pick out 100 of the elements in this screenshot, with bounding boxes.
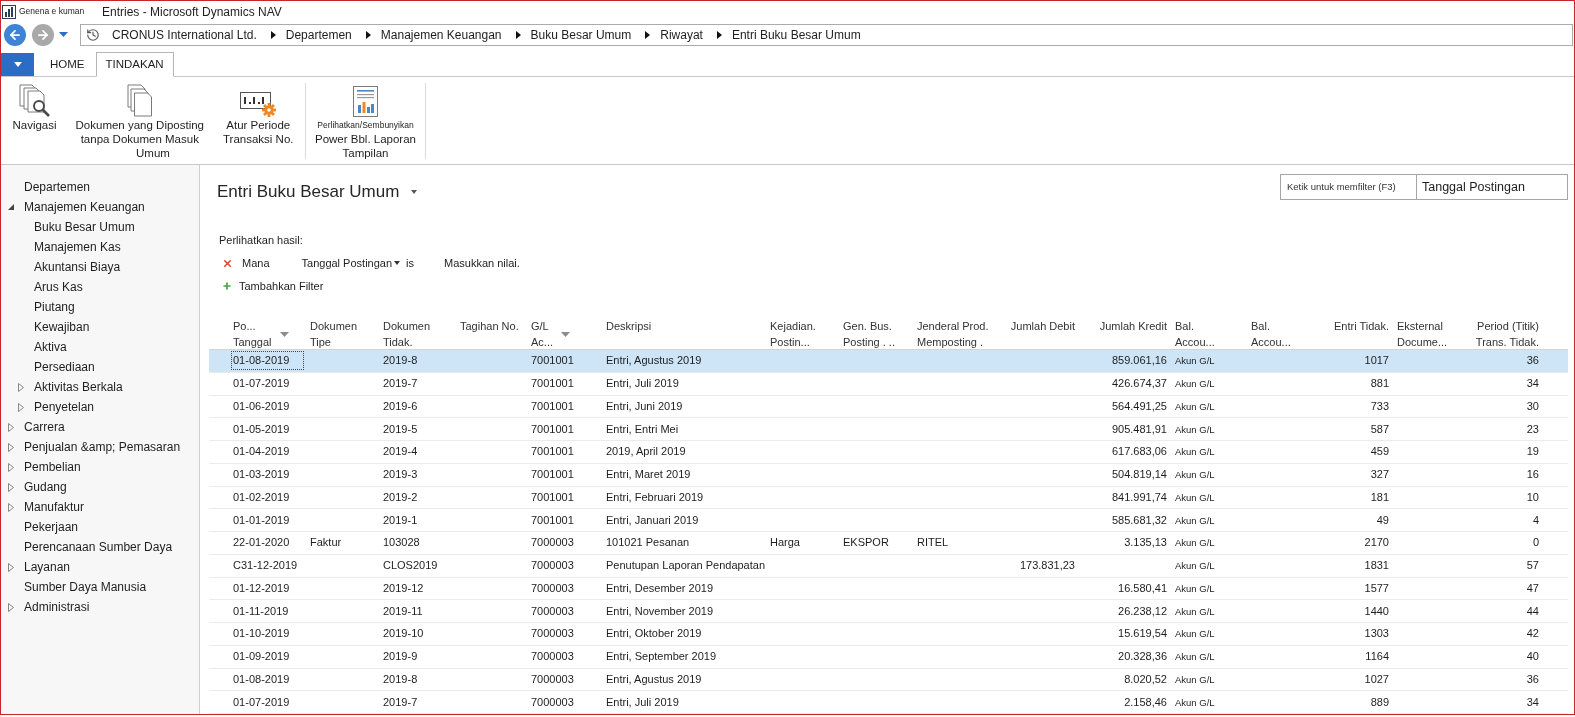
history-icon[interactable] — [86, 27, 100, 42]
ribbon-button[interactable]: Dokumen yang Diposting tanpa Dokumen Masuk — [73, 83, 207, 146]
column-header[interactable]: Deskripsi — [606, 318, 652, 334]
document-number: 2019-6 — [383, 398, 418, 414]
nav-tree-item[interactable]: Aktivitas Berkala — [1, 377, 199, 397]
description: Entri, Oktober 2019 — [606, 626, 702, 642]
triangle-right-icon[interactable] — [18, 382, 24, 392]
close-icon[interactable] — [222, 257, 233, 269]
back-button[interactable] — [4, 23, 26, 46]
triangle-right-icon[interactable] — [8, 462, 14, 472]
table-row[interactable]: 01-08-2019 2019-8 7001001 Entri, Agustus 2019 859.061,16 Akun G/L 1017 36 — [209, 350, 1568, 373]
caret-down-icon[interactable] — [59, 32, 68, 37]
caret-right-icon[interactable] — [270, 30, 276, 39]
caret-down-icon — [411, 190, 418, 194]
entry-number: 181 — [1370, 489, 1389, 505]
nav-tree-item[interactable]: Akuntansi Biaya — [1, 257, 199, 277]
nav-tree-item[interactable]: Arus Kas — [1, 277, 199, 297]
posting-date: 01-07-2019 — [232, 694, 291, 710]
ribbon-button[interactable]: Perlihatkan/Sembunyikan Power Bbl. Laporan — [313, 83, 418, 146]
document-number: 103028 — [383, 535, 420, 551]
nav-tree-item[interactable]: Manufaktur — [1, 497, 199, 517]
caret-right-icon[interactable] — [365, 30, 371, 39]
app-menu-button[interactable] — [1, 53, 34, 76]
nav-tree-item[interactable]: Pekerjaan — [1, 517, 199, 537]
triangle-right-icon[interactable] — [8, 442, 14, 452]
ribbon-tab[interactable]: HOME — [40, 52, 95, 77]
nav-tree-item[interactable]: Piutang — [1, 297, 199, 317]
nav-tree-item[interactable]: Layanan — [1, 557, 199, 577]
breadcrumb-link[interactable]: Departemen — [285, 25, 352, 44]
document-number: 2019-7 — [383, 694, 418, 710]
triangle-right-icon[interactable] — [8, 422, 14, 432]
column-header[interactable]: Jumlah Kredit — [1099, 318, 1167, 334]
breadcrumb-link[interactable]: CRONUS International Ltd. — [112, 25, 257, 44]
field-dropdown[interactable]: Tanggal Postingan — [301, 254, 401, 272]
account-number: 7001001 — [531, 421, 574, 437]
account-type: Akun G/L — [1175, 536, 1215, 551]
column-header[interactable]: Bal. Accou... — [1175, 318, 1215, 350]
triangle-right-icon[interactable] — [8, 482, 14, 492]
nav-tree-item[interactable]: Persediaan — [1, 357, 199, 377]
account-number: 7001001 — [531, 398, 574, 414]
field-dropdown[interactable]: Tanggal Postingan — [1416, 174, 1568, 200]
column-header[interactable]: Kejadian. Postin... — [770, 318, 816, 350]
caret-right-icon[interactable] — [515, 30, 521, 39]
column-header[interactable]: G/L Ac... — [531, 318, 570, 350]
column-header[interactable]: Po... Tanggal — [233, 318, 289, 350]
caret-right-icon[interactable] — [645, 30, 651, 39]
entry-number: 1577 — [1364, 580, 1389, 596]
caret-down-icon — [394, 261, 401, 265]
account-number: 7001001 — [531, 376, 574, 392]
column-header[interactable]: Entri Tidak. — [1333, 318, 1389, 334]
nav-tree-item[interactable]: Sumber Daya Manusia — [1, 577, 199, 597]
nav-tree-item[interactable]: Perencanaan Sumber Daya — [1, 537, 199, 557]
credit-amount: 8.020,52 — [1124, 671, 1167, 687]
nav-tree-item[interactable]: Manajemen Kas — [1, 237, 199, 257]
nav-tree-item[interactable]: Aktiva — [1, 337, 199, 357]
nav-tree-item[interactable]: Penjualan &amp; Pemasaran — [1, 437, 199, 457]
column-header[interactable]: Tagihan No. — [460, 318, 519, 334]
posting-date: 01-08-2019 — [231, 351, 304, 371]
app-logo-icon[interactable] — [2, 4, 16, 19]
credit-amount: 20.328,36 — [1118, 649, 1167, 665]
add-filter-link[interactable]: Tambahkan Filter — [222, 277, 324, 295]
breadcrumb-link[interactable]: Buku Besar Umum — [530, 25, 632, 44]
column-header[interactable]: Eksternal Docume... — [1397, 318, 1448, 350]
triangle-right-icon[interactable] — [8, 502, 14, 512]
nav-tree-item[interactable]: Departemen — [1, 177, 199, 197]
triangle-right-icon[interactable] — [18, 402, 24, 412]
filter-input[interactable]: Ketik untuk memfilter (F3) — [1280, 174, 1416, 200]
entry-number: 889 — [1370, 694, 1389, 710]
nav-tree-item[interactable]: Gudang — [1, 477, 199, 497]
forward-button[interactable] — [32, 23, 54, 46]
nav-tree-item[interactable]: Manajemen Keuangan — [1, 197, 199, 217]
triangle-right-icon[interactable] — [8, 562, 14, 572]
triangle-right-icon[interactable] — [8, 602, 14, 612]
nav-tree-item[interactable]: Administrasi — [1, 597, 199, 617]
filter-value-input[interactable]: Masukkan nilai. — [444, 254, 554, 272]
nav-tree-item[interactable]: Pembelian — [1, 457, 199, 477]
ribbon-tab[interactable]: TINDAKAN — [95, 52, 174, 77]
column-header[interactable]: Jenderal Prod. Memposting . — [917, 318, 989, 350]
column-header[interactable]: Dokumen Tipe — [310, 318, 358, 350]
column-header[interactable]: Dokumen Tidak. — [383, 318, 431, 350]
account-number: 7000003 — [531, 603, 574, 619]
caret-right-icon[interactable] — [716, 30, 722, 39]
breadcrumb-link[interactable]: Riwayat — [660, 25, 703, 44]
ribbon-button[interactable]: Navigasi — [10, 83, 59, 146]
ribbon-button[interactable]: Atur Periode Transaksi No. — [221, 83, 296, 146]
nav-tree-item[interactable]: Kewajiban — [1, 317, 199, 337]
nav-tree-item[interactable]: Buku Besar Umum — [1, 217, 199, 237]
entry-number: 2170 — [1364, 535, 1389, 551]
column-header[interactable]: Jumlah Debit — [1010, 318, 1075, 334]
column-header[interactable]: Period (Titik) Trans. Tidak. — [1475, 318, 1539, 350]
toolbar-label[interactable]: Genena e kuman — [19, 5, 85, 18]
nav-tree-item[interactable]: Penyetelan — [1, 397, 199, 417]
breadcrumb-link[interactable]: Entri Buku Besar Umum — [731, 25, 861, 44]
column-header[interactable]: Bal. Accou... — [1251, 318, 1291, 350]
column-header[interactable]: Gen. Bus. Posting . .. — [843, 318, 895, 350]
account-number: 7001001 — [531, 489, 574, 505]
triangle-down-icon[interactable] — [8, 204, 14, 210]
page-title: Entri Buku Besar Umum — [217, 181, 400, 203]
breadcrumb-link[interactable]: Manajemen Keuangan — [380, 25, 502, 44]
nav-tree-item[interactable]: Carrera — [1, 417, 199, 437]
